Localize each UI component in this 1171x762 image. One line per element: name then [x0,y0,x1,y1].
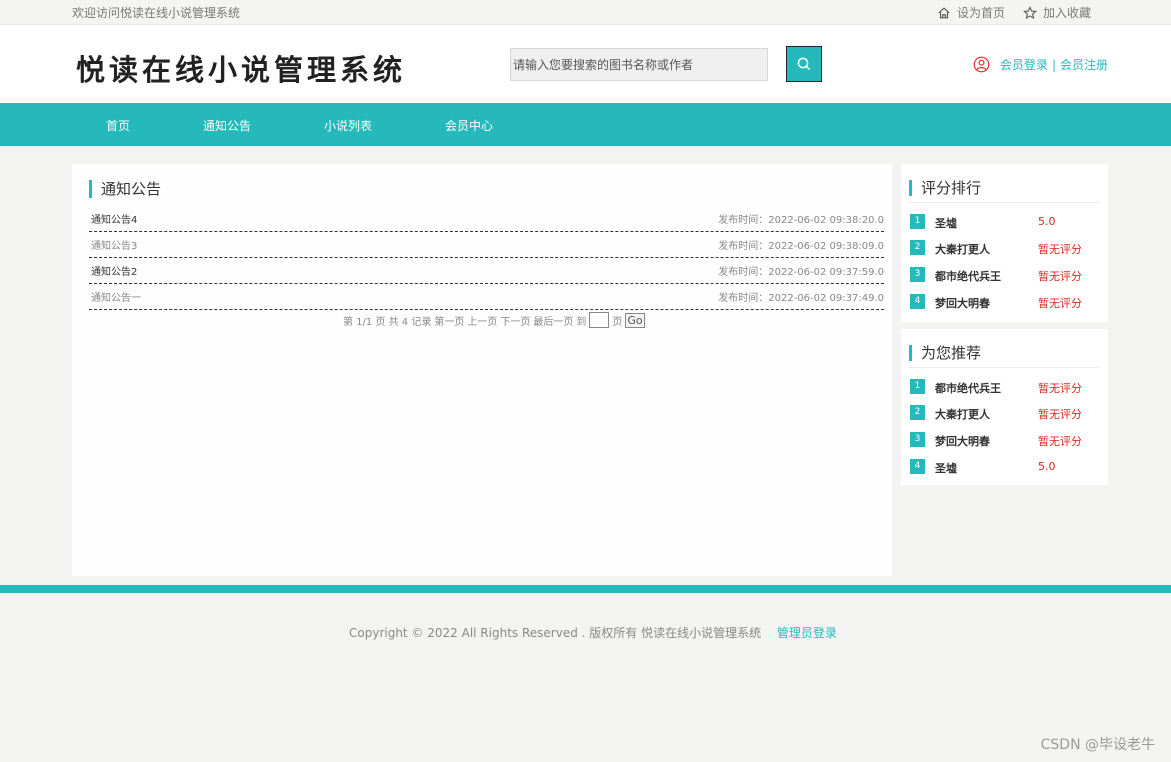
page-label: 页 [612,316,623,328]
book-title-link[interactable]: 大秦打更人 [935,241,990,257]
rank-badge: 3 [910,267,925,282]
list-item: 2 大秦打更人 暂无评分 [910,239,1100,257]
book-score: 5.0 [1038,460,1056,473]
rank-badge: 4 [910,294,925,309]
star-icon [1023,5,1037,19]
set-home-link[interactable]: 设为首页 [937,4,1005,21]
pagination: 第 1/1 页 共 4 记录 第一页 上一页 下一页 最后一页 到 页 Go [343,312,645,328]
header: 悦读在线小说管理系统 会员登录 | 会员注册 [0,25,1171,103]
member-links: 会员登录 | 会员注册 [973,56,1108,73]
book-title-link[interactable]: 圣墟 [935,215,957,231]
rank-badge: 4 [910,459,925,474]
top-links: 设为首页 加入收藏 [937,4,1091,21]
member-link-separator: | [1051,57,1056,72]
book-score: 暂无评分 [1038,382,1082,395]
list-item: 通知公告3 发布时间：2022-06-02 09:38:09.0 [89,232,884,258]
member-register-link[interactable]: 会员注册 [1060,56,1108,73]
nav-home[interactable]: 首页 [106,117,130,134]
book-score: 暂无评分 [1038,408,1082,421]
book-title-link[interactable]: 梦回大明春 [935,295,990,311]
first-page-link[interactable]: 第一页 [434,313,464,328]
bookmark-label: 加入收藏 [1042,6,1091,20]
nav-novel-list[interactable]: 小说列表 [324,117,372,134]
panel-title: 评分排行 [909,178,1099,203]
book-score: 5.0 [1038,215,1056,228]
pagination-info: 第 1/1 页 共 4 记录 [343,316,432,328]
notice-title-link[interactable]: 通知公告2 [91,263,137,278]
footer: Copyright © 2022 All Rights Reserved . 版… [349,624,837,641]
nav-member-center[interactable]: 会员中心 [445,117,493,134]
rank-badge: 2 [910,240,925,255]
goto-label: 到 [576,316,587,328]
recommend-panel: 为您推荐 1 都市绝代兵王 暂无评分 2 大秦打更人 暂无评分 3 梦回大明春 … [901,329,1108,485]
search-icon [797,57,811,71]
nav-notices[interactable]: 通知公告 [203,117,251,134]
list-item: 通知公告2 发布时间：2022-06-02 09:37:59.0 [89,258,884,284]
book-title-link[interactable]: 大秦打更人 [935,406,990,422]
search-input[interactable] [510,48,768,81]
book-score: 暂无评分 [1038,270,1082,283]
rank-badge: 1 [910,214,925,229]
book-score: 暂无评分 [1038,243,1082,256]
panel-title: 为您推荐 [909,343,1099,368]
user-icon [973,56,990,73]
notice-title-link[interactable]: 通知公告3 [91,237,137,252]
list-item: 3 都市绝代兵王 暂无评分 [910,266,1100,284]
admin-login-link[interactable]: 管理员登录 [777,626,837,640]
list-item: 3 梦回大明春 暂无评分 [910,431,1100,449]
notice-time: 发布时间：2022-06-02 09:37:49.0 [718,293,884,304]
notice-title-link[interactable]: 通知公告4 [91,211,137,226]
recommend-title: 为您推荐 [909,345,981,361]
list-item: 1 圣墟 5.0 [910,213,1100,231]
prev-page-link[interactable]: 上一页 [467,313,497,328]
go-button[interactable]: Go [625,312,645,328]
book-title-link[interactable]: 都市绝代兵王 [935,268,1001,284]
watermark: CSDN @毕设老牛 [1040,737,1155,753]
list-item: 通知公告一 发布时间：2022-06-02 09:37:49.0 [89,284,884,310]
book-score: 暂无评分 [1038,435,1082,448]
notice-time: 发布时间：2022-06-02 09:38:20.0 [718,215,884,226]
notice-panel: 通知公告 通知公告4 发布时间：2022-06-02 09:38:20.0 通知… [72,164,892,576]
main-nav: 首页 通知公告 小说列表 会员中心 [0,103,1171,146]
book-title-link[interactable]: 梦回大明春 [935,433,990,449]
copyright-text: Copyright © 2022 All Rights Reserved . 版… [349,626,762,640]
page-number-input[interactable] [589,312,610,328]
notice-time: 发布时间：2022-06-02 09:38:09.0 [718,241,884,252]
page-title: 通知公告 [89,180,161,198]
list-item: 1 都市绝代兵王 暂无评分 [910,378,1100,396]
notice-title-link[interactable]: 通知公告一 [91,289,141,304]
book-title-link[interactable]: 都市绝代兵王 [935,380,1001,396]
rank-badge: 2 [910,405,925,420]
top-bar: 欢迎访问悦读在线小说管理系统 设为首页 加入收藏 [0,0,1171,25]
rank-badge: 1 [910,379,925,394]
notice-time: 发布时间：2022-06-02 09:37:59.0 [718,267,884,278]
footer-divider [0,585,1171,593]
set-home-label: 设为首页 [956,6,1005,20]
book-score: 暂无评分 [1038,297,1082,310]
rank-badge: 3 [910,432,925,447]
bookmark-link[interactable]: 加入收藏 [1023,4,1091,21]
member-login-link[interactable]: 会员登录 [1000,56,1048,73]
list-item: 4 梦回大明春 暂无评分 [910,293,1100,311]
list-item: 4 圣墟 5.0 [910,458,1100,476]
list-item: 2 大秦打更人 暂无评分 [910,404,1100,422]
rating-ranking-panel: 评分排行 1 圣墟 5.0 2 大秦打更人 暂无评分 3 都市绝代兵王 暂无评分… [901,164,1108,322]
welcome-text: 欢迎访问悦读在线小说管理系统 [72,6,241,20]
rating-title: 评分排行 [909,180,981,196]
search-button[interactable] [786,46,822,82]
site-logo[interactable]: 悦读在线小说管理系统 [76,47,406,89]
book-title-link[interactable]: 圣墟 [935,460,957,476]
last-page-link[interactable]: 最后一页 [533,313,573,328]
next-page-link[interactable]: 下一页 [500,313,530,328]
home-icon [938,6,950,18]
list-item: 通知公告4 发布时间：2022-06-02 09:38:20.0 [89,206,884,232]
